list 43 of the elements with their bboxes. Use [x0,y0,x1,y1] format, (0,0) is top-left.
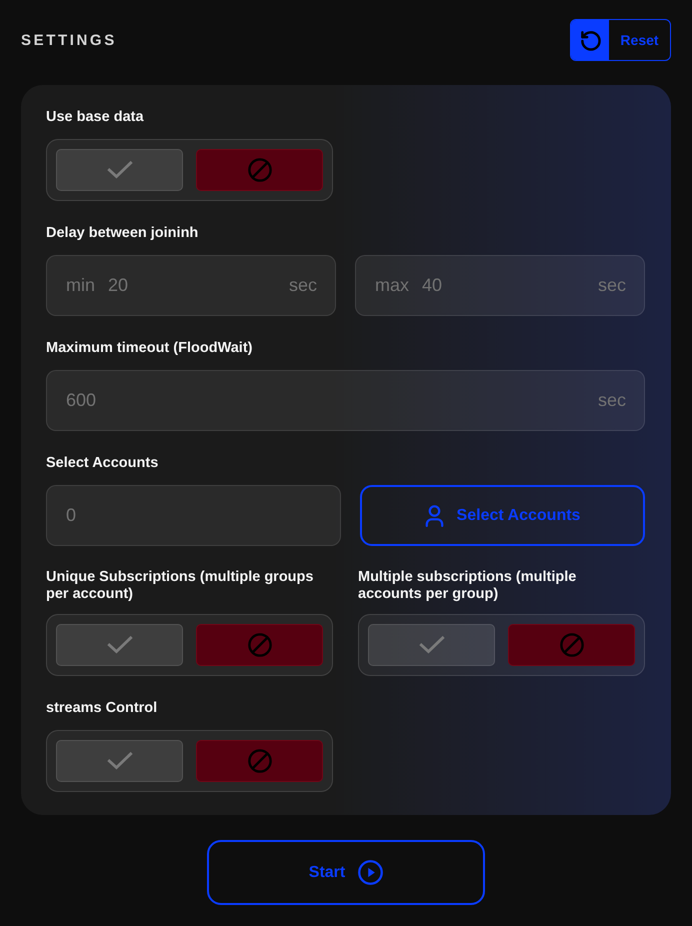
field-prefix: min [66,275,96,296]
ban-icon [560,633,584,657]
setting-label: Select Accounts [46,454,158,472]
check-icon [106,635,132,655]
ban-icon [248,749,272,773]
setting-label: Unique Subscriptions (multiple groups per account) [46,569,314,602]
field-value: 600 [66,390,96,411]
unit-label: sec [598,275,626,296]
input-field[interactable]: max 40 sec [355,255,645,316]
confirm-button[interactable] [56,624,183,666]
ban-icon [248,633,272,657]
input-field[interactable]: min 20 sec [46,255,336,316]
page-title: SETTINGS [21,32,117,48]
check-icon [106,160,132,180]
input-field[interactable]: 0 [46,485,341,546]
setting-label: Delay between joininh [46,224,198,242]
field-value: 0 [66,505,76,526]
unit-label: sec [288,275,317,296]
block-button[interactable] [196,740,323,782]
setting-label: streams Control [46,699,158,717]
confirm-button[interactable] [368,624,495,666]
confirm-button[interactable] [56,149,183,191]
check-icon [106,751,132,771]
ban-icon [248,158,272,182]
check-icon [418,635,444,655]
field-prefix: max [375,275,410,296]
input-field[interactable]: 600 sec [46,370,645,431]
block-button[interactable] [508,624,635,666]
field-value: 40 [422,275,442,296]
block-button[interactable] [196,624,323,666]
play-icon [358,860,384,885]
setting-label: Multiple subscriptions (multiple accounts per group) [358,569,578,602]
setting-label: Use base data [46,108,144,126]
select-accounts-button[interactable]: Select Accounts [360,485,645,546]
confirm-button[interactable] [56,740,183,782]
user-icon [424,504,444,526]
reset-button[interactable]: Reset [570,19,671,61]
block-button[interactable] [196,149,323,191]
setting-label: Maximum timeout (FloodWait) [46,339,252,357]
reset-icon [571,20,609,60]
unit-label: sec [598,390,626,411]
field-value: 20 [108,275,128,296]
start-button[interactable]: Start [207,840,485,905]
